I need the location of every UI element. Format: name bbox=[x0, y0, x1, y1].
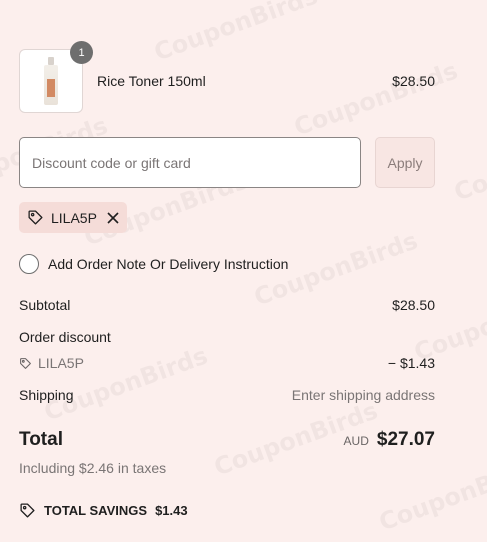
applied-discount-chip: LILA5P bbox=[19, 202, 127, 233]
currency-code: AUD bbox=[343, 434, 369, 448]
product-price: $28.50 bbox=[392, 73, 435, 89]
order-discount-label: Order discount bbox=[19, 329, 111, 345]
shipping-label: Shipping bbox=[19, 387, 74, 403]
savings-value: $1.43 bbox=[155, 503, 188, 518]
remove-discount-icon[interactable] bbox=[107, 211, 119, 224]
quantity-badge: 1 bbox=[70, 41, 93, 64]
shipping-value: Enter shipping address bbox=[291, 387, 435, 403]
subtotal-row: Subtotal $28.50 bbox=[19, 297, 435, 313]
summary-discount-code: LILA5P bbox=[38, 355, 84, 371]
total-row: Total AUD $27.07 bbox=[19, 429, 435, 451]
subtotal-value: $28.50 bbox=[392, 297, 435, 313]
product-name: Rice Toner 150ml bbox=[97, 73, 206, 89]
tag-icon bbox=[27, 209, 44, 226]
taxes-row: Including $2.46 in taxes bbox=[19, 460, 435, 476]
total-label: Total bbox=[19, 429, 63, 450]
savings-tag-icon bbox=[19, 502, 36, 519]
savings-label: TOTAL SAVINGS bbox=[44, 503, 148, 518]
shipping-row: Shipping Enter shipping address bbox=[19, 387, 435, 403]
taxes-note: Including $2.46 in taxes bbox=[19, 460, 167, 476]
tag-icon bbox=[19, 357, 32, 370]
subtotal-label: Subtotal bbox=[19, 297, 71, 313]
order-note-label: Add Order Note Or Delivery Instruction bbox=[48, 256, 289, 272]
watermark: CouponBirds bbox=[450, 121, 487, 206]
product-thumbnail: 1 bbox=[19, 41, 93, 113]
total-amount: $27.07 bbox=[376, 429, 435, 450]
discount-detail-row: LILA5P − $1.43 bbox=[19, 355, 435, 371]
order-discount-row: Order discount bbox=[19, 329, 435, 345]
apply-discount-button[interactable]: Apply bbox=[375, 137, 435, 188]
cart-line-item: 1 Rice Toner 150ml $28.50 bbox=[19, 41, 435, 113]
total-savings: TOTAL SAVINGS $1.43 bbox=[19, 502, 188, 519]
discount-value: − $1.43 bbox=[387, 355, 435, 371]
order-note-option[interactable]: Add Order Note Or Delivery Instruction bbox=[19, 254, 288, 274]
order-note-radio[interactable] bbox=[19, 254, 39, 274]
discount-form: Apply bbox=[19, 137, 435, 188]
watermark: CouponBirds bbox=[410, 281, 487, 366]
product-image bbox=[44, 57, 58, 105]
applied-discount-code: LILA5P bbox=[51, 209, 97, 226]
discount-code-input[interactable] bbox=[19, 137, 361, 188]
